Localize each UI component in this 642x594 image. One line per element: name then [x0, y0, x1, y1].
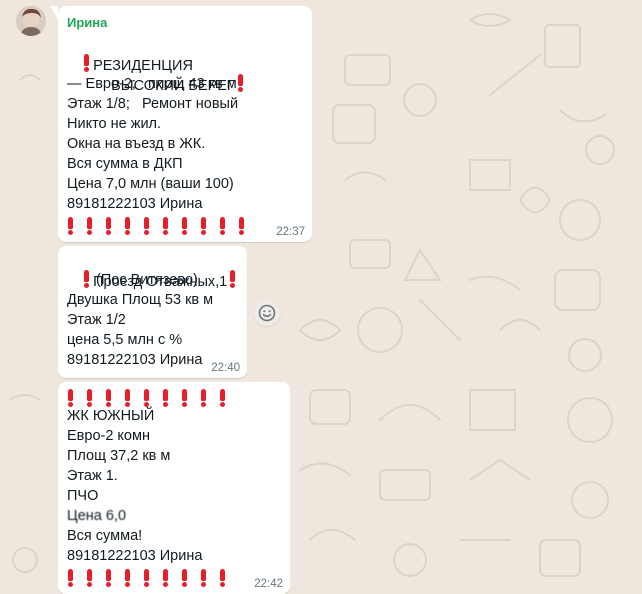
exclamation-emoji-icon [83, 270, 90, 288]
message-line: Цена 7,0 млн (ваши 100) [67, 176, 234, 192]
message-line: 89181222103 Ирина [67, 548, 203, 564]
exclamation-emoji-icon [86, 569, 93, 587]
message-line: Этаж 1. [67, 468, 118, 484]
message-timestamp: 22:37 [276, 226, 305, 238]
react-button[interactable] [254, 300, 280, 326]
message-bubble-3[interactable]: ЖК ЮЖНЫЙ Евро-2 комн Площ 37,2 кв м Этаж… [58, 382, 290, 594]
exclamation-emoji-icon [200, 217, 207, 235]
exclamation-emoji-icon [105, 569, 112, 587]
emoji-row [67, 217, 245, 235]
exclamation-emoji-icon [238, 217, 245, 235]
message-line: Этаж 1/8; Ремонт новый [67, 96, 239, 112]
message-line: — Евро-2; площ 43 кв м [67, 76, 237, 92]
exclamation-emoji-icon [67, 217, 74, 235]
exclamation-emoji-icon [181, 217, 188, 235]
message-line: Евро-2 комн [67, 428, 150, 444]
message-line: Цена 6,0 [67, 508, 127, 524]
exclamation-emoji-icon [143, 569, 150, 587]
message-line: ПЧО [67, 488, 99, 504]
exclamation-emoji-icon [237, 74, 244, 92]
exclamation-emoji-icon [181, 389, 188, 407]
exclamation-emoji-icon [162, 569, 169, 587]
exclamation-emoji-icon [219, 569, 226, 587]
contact-avatar[interactable] [16, 6, 46, 36]
message-line: Вся сумма! [67, 528, 143, 544]
message-timestamp: 22:40 [211, 362, 240, 374]
exclamation-emoji-icon [200, 389, 207, 407]
exclamation-emoji-icon [162, 389, 169, 407]
message-bubble-1[interactable]: Ирина РЕЗИДЕНЦИЯ ВЫСОКИЙ БЕРЕГ — Евро-2;… [50, 6, 312, 242]
exclamation-emoji-icon [229, 270, 236, 288]
bubble-tail [50, 6, 58, 19]
message-line: Окна на въезд в ЖК. [67, 136, 206, 152]
exclamation-emoji-icon [219, 217, 226, 235]
exclamation-emoji-icon [105, 389, 112, 407]
smiley-react-icon [258, 304, 276, 322]
message-line: Двушка Площ 53 кв м [67, 292, 214, 308]
exclamation-emoji-icon [86, 217, 93, 235]
message-line: 89181222103 Ирина [67, 196, 203, 212]
exclamation-emoji-icon [124, 217, 131, 235]
message-line: 89181222103 Ирина [67, 352, 203, 368]
message-bubble-2[interactable]: Проезд Отважных,1 (Пос Витязево) Двушка … [58, 246, 247, 378]
exclamation-emoji-icon [200, 569, 207, 587]
sender-name[interactable]: Ирина [67, 15, 107, 30]
message-line: цена 5,5 млн с % [67, 332, 183, 348]
exclamation-emoji-icon [124, 569, 131, 587]
message-line: Никто не жил. [67, 116, 162, 132]
exclamation-emoji-icon [219, 389, 226, 407]
exclamation-emoji-icon [105, 217, 112, 235]
exclamation-emoji-icon [143, 217, 150, 235]
exclamation-emoji-icon [86, 389, 93, 407]
message-line: Вся сумма в ДКП [67, 156, 183, 172]
exclamation-emoji-icon [162, 217, 169, 235]
message-line: ЖК ЮЖНЫЙ [67, 408, 155, 424]
message-timestamp: 22:42 [254, 578, 283, 590]
message-line: Площ 37,2 кв м [67, 448, 171, 464]
exclamation-emoji-icon [124, 389, 131, 407]
emoji-row [67, 569, 226, 587]
message-line: Этаж 1/2 [67, 312, 126, 328]
emoji-row [67, 389, 226, 407]
exclamation-emoji-icon [143, 389, 150, 407]
exclamation-emoji-icon [181, 569, 188, 587]
exclamation-emoji-icon [67, 389, 74, 407]
exclamation-emoji-icon [67, 569, 74, 587]
exclamation-emoji-icon [83, 54, 90, 72]
avatar-photo-icon [16, 6, 46, 36]
message-line: (Пос Витязево) [96, 272, 198, 288]
